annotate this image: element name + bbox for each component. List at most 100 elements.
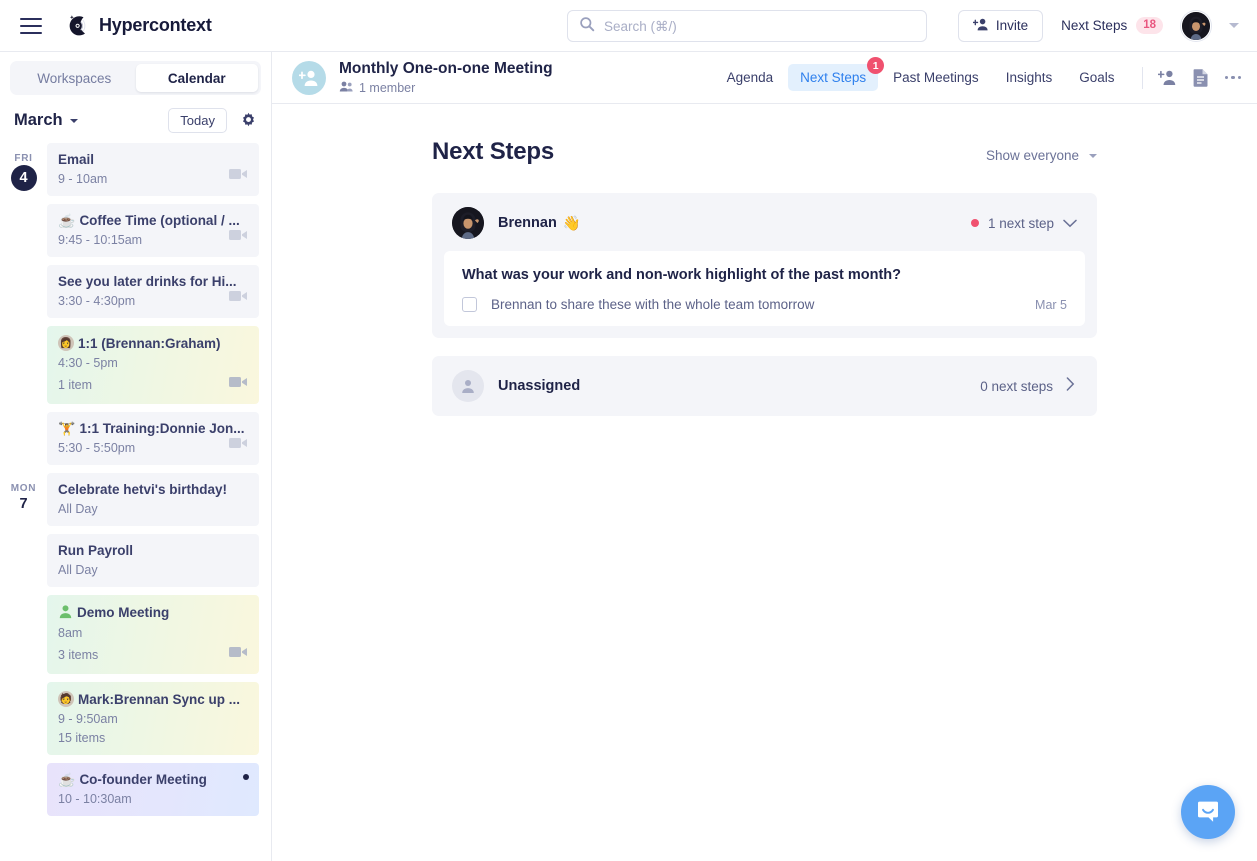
- video-camera-icon[interactable]: [229, 167, 248, 186]
- show-everyone-filter[interactable]: Show everyone: [986, 148, 1097, 166]
- video-camera-icon[interactable]: [229, 375, 248, 394]
- header-divider: [1141, 66, 1143, 89]
- tab-next-steps[interactable]: Next Steps 1: [788, 57, 885, 91]
- show-everyone-label: Show everyone: [985, 148, 1079, 163]
- member-count: 1 member: [359, 81, 416, 95]
- calendar-event[interactable]: ☕ Coffee Time (optional / ... 9:45 - 10:…: [47, 204, 259, 257]
- day-column: MON 7: [0, 473, 47, 512]
- day-of-week: FRI: [14, 153, 33, 164]
- calendar-event[interactable]: Email 9 - 10am: [47, 143, 259, 196]
- content-header: Next Steps Show everyone: [432, 138, 1097, 166]
- sidebar-tabs-container: Workspaces Calendar: [0, 52, 271, 103]
- search-icon: [579, 16, 595, 37]
- tab-past-meetings[interactable]: Past Meetings: [881, 64, 991, 91]
- sidebar-tab-workspaces[interactable]: Workspaces: [13, 64, 136, 92]
- attendee-avatar: 🧑: [58, 691, 74, 707]
- user-menu-chevron-icon[interactable]: [1229, 23, 1239, 28]
- video-camera-icon[interactable]: [229, 645, 248, 664]
- event-title: 1:1 (Brennan:Graham): [78, 335, 221, 351]
- video-camera-icon[interactable]: [229, 228, 248, 247]
- event-title-row: Run Payroll: [58, 543, 248, 558]
- more-options-icon[interactable]: [1224, 75, 1241, 80]
- sidebar-tab-calendar[interactable]: Calendar: [135, 64, 258, 92]
- calendar-event[interactable]: Run Payroll All Day: [47, 534, 259, 587]
- event-time: 10 - 10:30am: [58, 792, 132, 806]
- task-text: Brennan to share these with the whole te…: [491, 297, 815, 312]
- document-icon[interactable]: [1193, 68, 1209, 87]
- event-time: 5:30 - 5:50pm: [58, 441, 136, 455]
- event-item-count: 1 item: [58, 377, 93, 392]
- calendar-event-cofounder[interactable]: ☕ Co-founder Meeting 10 - 10:30am: [47, 763, 259, 816]
- person-steps-summary[interactable]: 1 next step: [970, 216, 1077, 231]
- calendar-event-demo-meeting[interactable]: Demo Meeting 8am 3 items: [47, 595, 259, 674]
- add-participant-icon[interactable]: [1157, 69, 1177, 86]
- today-button[interactable]: Today: [168, 108, 227, 133]
- app-root: Hypercontext Search (⌘/) Invite Next Ste…: [0, 0, 1257, 861]
- chevron-right-icon[interactable]: [1066, 376, 1075, 396]
- event-title-row: ☕ Co-founder Meeting: [58, 772, 248, 787]
- event-title: Demo Meeting: [77, 605, 170, 620]
- status-dot-icon: [970, 219, 979, 227]
- event-time-row: 9 - 10am: [58, 167, 248, 186]
- body: Workspaces Calendar March Today FRI 4 Em…: [0, 52, 1257, 861]
- search-input[interactable]: [604, 18, 915, 34]
- intercom-chat-button[interactable]: [1181, 785, 1235, 839]
- month-chevron-down-icon[interactable]: [69, 118, 78, 123]
- person-header: Brennan 👋 1 next step: [444, 205, 1085, 251]
- coffee-emoji-icon: ☕: [58, 772, 76, 787]
- tab-insights[interactable]: Insights: [994, 64, 1065, 91]
- event-title-row: 👩 1:1 (Brennan:Graham): [58, 335, 248, 351]
- event-time: 4:30 - 5pm: [58, 356, 118, 370]
- unassigned-label: Unassigned: [498, 378, 581, 394]
- event-title-row: Celebrate hetvi's birthday!: [58, 482, 248, 497]
- sidebar: Workspaces Calendar March Today FRI 4 Em…: [0, 52, 272, 861]
- header-action-icons: [1157, 68, 1241, 87]
- day-of-week: MON: [10, 483, 37, 494]
- page-title: Monthly One-on-one Meeting: [339, 60, 553, 77]
- search-box[interactable]: [567, 10, 927, 42]
- event-title: 1:1 Training:Donnie Jon...: [79, 421, 245, 436]
- calendar-event-sync-up[interactable]: 🧑 Mark:Brennan Sync up ... 9 - 9:50am 15…: [47, 682, 259, 755]
- unassigned-steps-count: 0 next steps: [980, 378, 1053, 394]
- event-title-row: 🏋️ 1:1 Training:Donnie Jon...: [58, 421, 248, 436]
- calendar-list[interactable]: FRI 4 Email 9 - 10am ☕ Coffee Time (opti…: [0, 143, 271, 861]
- avatar[interactable]: [452, 207, 484, 239]
- next-steps-top-link[interactable]: Next Steps 18: [1061, 17, 1163, 34]
- menu-icon[interactable]: [20, 17, 42, 34]
- event-time: 9 - 10am: [58, 172, 108, 186]
- next-steps-title: Next Steps: [432, 138, 555, 165]
- event-title: Mark:Brennan Sync up ...: [78, 691, 241, 707]
- tab-next-steps-label: Next Steps: [800, 70, 867, 85]
- event-title-row: ☕ Coffee Time (optional / ...: [58, 213, 248, 228]
- add-person-icon: [972, 17, 989, 35]
- day-number: 4: [10, 165, 37, 191]
- event-time-row: 9:45 - 10:15am: [58, 228, 248, 247]
- collapse-chevron-icon[interactable]: [1063, 219, 1077, 228]
- calendar-event[interactable]: See you later drinks for Hi... 3:30 - 4:…: [47, 265, 259, 318]
- brand-name: Hypercontext: [99, 15, 212, 35]
- attendee-avatar: 👩: [58, 335, 74, 351]
- task-checkbox[interactable]: [462, 297, 477, 312]
- meeting-avatar-icon: [292, 60, 326, 95]
- gear-icon[interactable]: [240, 112, 257, 129]
- person-next-steps-card: Brennan 👋 1 next step What was your work…: [432, 193, 1097, 338]
- user-avatar[interactable]: [1181, 10, 1211, 41]
- event-time: 3:30 - 4:30pm: [58, 294, 136, 308]
- meeting-members: 1 member: [339, 81, 553, 95]
- tab-goals[interactable]: Goals: [1067, 64, 1126, 91]
- unassigned-next-steps-row[interactable]: Unassigned 0 next steps: [432, 356, 1097, 416]
- next-steps-top-badge: 18: [1136, 17, 1163, 34]
- event-title-row: Demo Meeting: [58, 604, 248, 621]
- calendar-event-one-on-one[interactable]: 👩 1:1 (Brennan:Graham) 4:30 - 5pm 1 item: [47, 326, 259, 404]
- video-camera-icon[interactable]: [229, 436, 248, 455]
- person-name-row: Brennan 👋: [498, 215, 581, 232]
- next-steps-content[interactable]: Next Steps Show everyone Brennan 👋 1 nex…: [272, 104, 1257, 861]
- video-camera-icon[interactable]: [229, 289, 248, 308]
- event-item-count: 15 items: [58, 731, 106, 745]
- invite-button[interactable]: Invite: [957, 9, 1044, 42]
- event-title: Coffee Time (optional / ...: [79, 213, 240, 228]
- tab-agenda[interactable]: Agenda: [715, 64, 786, 91]
- brand[interactable]: Hypercontext: [64, 13, 212, 39]
- calendar-event[interactable]: 🏋️ 1:1 Training:Donnie Jon... 5:30 - 5:5…: [47, 412, 259, 465]
- calendar-event[interactable]: Celebrate hetvi's birthday! All Day: [47, 473, 259, 526]
